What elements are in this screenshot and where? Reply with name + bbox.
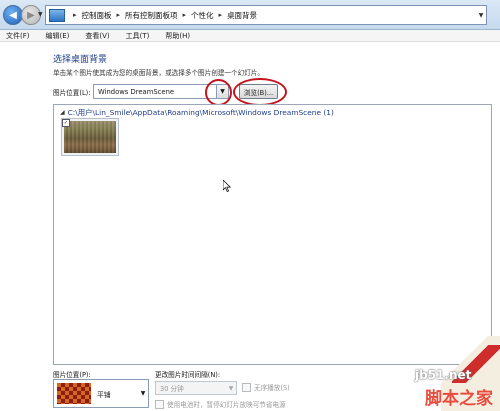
checkbox-box[interactable] [155,399,164,409]
thumbnail-checkbox[interactable]: ✓ [62,119,70,127]
breadcrumb-chevron-icon: ▸ [218,11,223,19]
wallpaper-gallery[interactable]: ◢ C:\用户\Lin_Smile\AppData\Roaming\Micros… [53,104,492,365]
mouse-cursor-icon [223,180,231,192]
breadcrumb-personalization[interactable]: 个性化 [191,10,214,21]
interval-select[interactable]: 30 分钟 ▼ [155,381,237,395]
interval-label: 更改图片时间间隔(N): [155,371,221,379]
breadcrumb-all-items[interactable]: 所有控制面板项 [125,10,178,21]
annotation-circle-browse [233,78,287,106]
picture-position-value: 平铺 [97,390,111,399]
breadcrumb-chevron-icon: ▸ [116,11,121,19]
interval-value: 30 分钟 [160,385,184,393]
battery-pause-label: 使用电池时，暂停幻灯片放映可节省电源 [167,401,286,409]
wallpaper-thumbnail[interactable]: ✓ [61,118,119,156]
watermark-site: jb51.net [415,368,472,382]
menu-tools[interactable]: 工具(T) [126,31,150,41]
address-field[interactable]: ▸ 控制面板 ▸ 所有控制面板项 ▸ 个性化 ▸ 桌面背景 ▼ [45,5,487,25]
collapse-arrow-icon[interactable]: ◢ [60,109,65,116]
menu-view[interactable]: 查看(V) [85,31,109,41]
back-arrow-icon: ◀ [9,9,17,21]
thumbnail-image [64,121,116,153]
breadcrumb-chevron-icon: ▸ [73,11,77,19]
breadcrumb-control-panel[interactable]: 控制面板 [82,10,112,21]
picture-location-label: 图片位置(L): [53,89,91,97]
tile-preview-icon [57,383,91,404]
annotation-circle-dropdown [205,79,232,106]
control-panel-icon [49,8,65,22]
breadcrumb-desktop-background[interactable]: 桌面背景 [227,10,257,21]
picture-position-select[interactable]: 平铺 ▼ [53,379,149,408]
watermark-brand: 脚本之家 [425,389,493,409]
back-button[interactable]: ◀ [3,5,23,25]
picture-location-value: Windows DreamScene [98,87,175,96]
address-bar-area: ◀ ▶ ▼ ▸ 控制面板 ▸ 所有控制面板项 ▸ 个性化 ▸ 桌面背景 ▼ [0,0,500,30]
breadcrumb-chevron-icon: ▸ [182,11,187,19]
gallery-group-path: C:\用户\Lin_Smile\AppData\Roaming\Microsof… [67,108,334,117]
address-dropdown-icon[interactable]: ▼ [476,7,486,23]
recent-pages-dropdown-icon[interactable]: ▼ [38,11,44,18]
menu-file[interactable]: 文件(F) [6,31,30,41]
menu-edit[interactable]: 编辑(E) [46,31,70,41]
shuffle-checkbox[interactable]: 无序播放(S) [242,382,290,392]
page-description: 单击某个图片使其成为您的桌面背景，或选择多个图片创建一个幻灯片。 [53,69,264,77]
forward-arrow-icon: ▶ [27,9,35,21]
menu-bar: 文件(F) 编辑(E) 查看(V) 工具(T) 帮助(H) [0,30,500,42]
page-title: 选择桌面背景 [53,55,108,65]
checkbox-box[interactable] [242,382,251,392]
battery-pause-checkbox[interactable]: 使用电池时，暂停幻灯片放映可节省电源 [155,399,286,409]
shuffle-label: 无序播放(S) [254,384,290,392]
chevron-down-icon[interactable]: ▼ [138,390,148,397]
gallery-group-header[interactable]: ◢ C:\用户\Lin_Smile\AppData\Roaming\Micros… [60,107,334,118]
chevron-down-icon: ▼ [228,384,234,392]
menu-help[interactable]: 帮助(H) [165,31,190,41]
picture-position-label: 图片位置(P): [53,371,91,379]
